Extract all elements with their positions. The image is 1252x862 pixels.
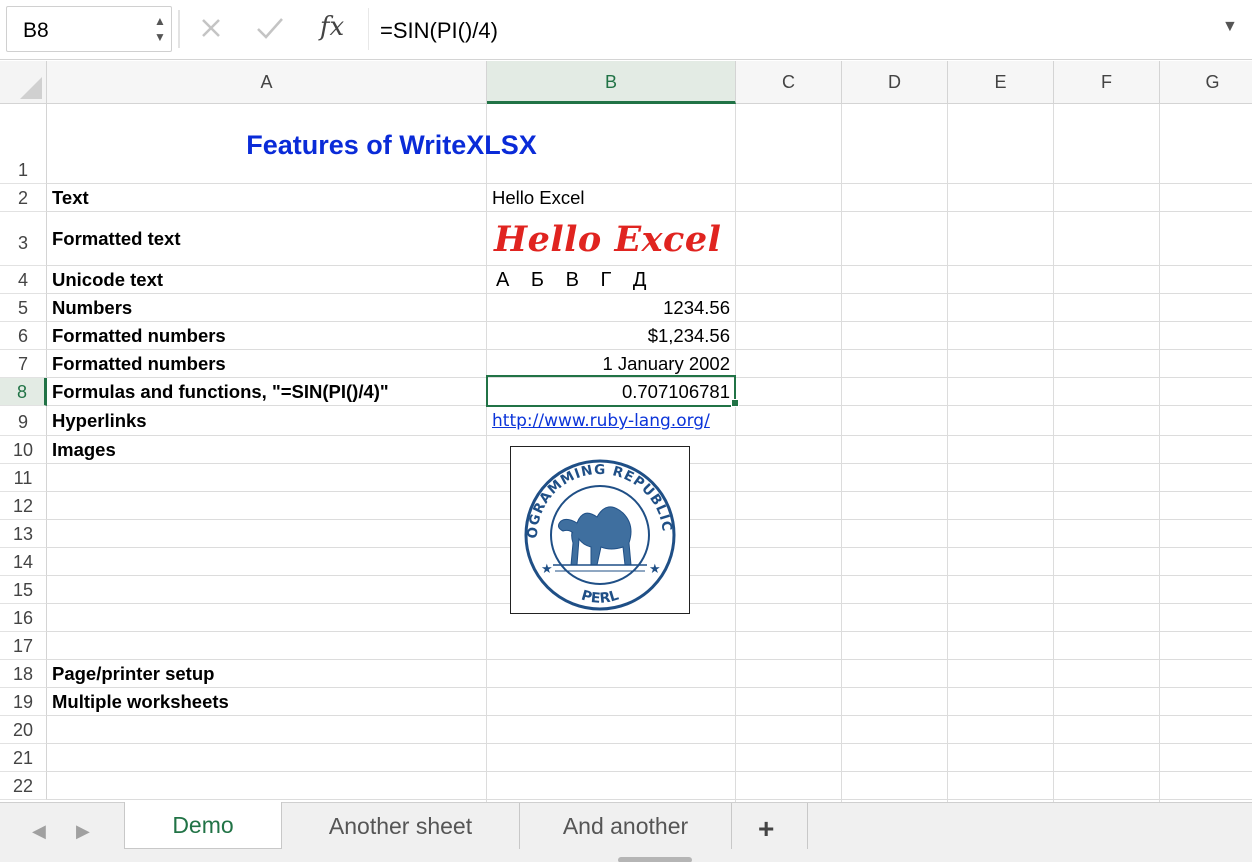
cell-b6[interactable]: $1,234.56	[487, 322, 736, 350]
row-header-4[interactable]: 4	[0, 266, 47, 294]
cell-a6[interactable]: Formatted numbers	[52, 322, 226, 350]
select-all-icon	[20, 77, 42, 99]
column-header-a[interactable]: A	[47, 61, 487, 104]
cell-a10[interactable]: Images	[52, 436, 116, 464]
select-all-corner[interactable]	[0, 61, 47, 104]
name-box[interactable]: B8 ▲ ▼	[6, 6, 172, 52]
row-header-3[interactable]: 3	[0, 212, 47, 266]
embedded-image[interactable]: PROGRAMMING REPUBLIC OF PERL ★ ★	[505, 435, 690, 614]
cell-a18[interactable]: Page/printer setup	[52, 660, 214, 688]
cell-b3[interactable]: Hello Excel	[494, 212, 721, 266]
column-header-g[interactable]: G	[1160, 61, 1252, 104]
column-header-c[interactable]: C	[736, 61, 842, 104]
cell-a3[interactable]: Formatted text	[52, 225, 181, 253]
name-box-value: B8	[23, 19, 49, 42]
row-header-10[interactable]: 10	[0, 436, 47, 464]
fill-handle[interactable]	[731, 399, 739, 407]
row-header-12[interactable]: 12	[0, 492, 47, 520]
cell-a7[interactable]: Formatted numbers	[52, 350, 226, 378]
horizontal-scrollbar[interactable]	[618, 857, 692, 862]
cell-a5[interactable]: Numbers	[52, 294, 132, 322]
tab-and-another[interactable]: And another	[520, 803, 732, 849]
cell-a1-title[interactable]: Features of WriteXLSX	[48, 105, 735, 183]
row-header-16[interactable]: 16	[0, 604, 47, 632]
cell-a19[interactable]: Multiple worksheets	[52, 688, 229, 716]
check-icon[interactable]	[254, 14, 284, 46]
row-header-2[interactable]: 2	[0, 184, 47, 212]
formula-input[interactable]: =SIN(PI()/4)	[368, 8, 1194, 50]
formula-text: =SIN(PI()/4)	[380, 18, 498, 43]
svg-text:★: ★	[649, 561, 661, 576]
row-header-11[interactable]: 11	[0, 464, 47, 492]
row-header-1[interactable]: 1	[0, 104, 47, 184]
row-header-13[interactable]: 13	[0, 520, 47, 548]
insert-function-icon[interactable]: fx	[314, 12, 350, 44]
cancel-icon[interactable]	[196, 14, 226, 46]
name-box-stepper-icon[interactable]: ▲ ▼	[153, 13, 167, 47]
row-header-9[interactable]: 9	[0, 406, 47, 436]
formula-bar-separator	[178, 10, 180, 48]
chevron-down-icon[interactable]: ▼	[1222, 18, 1238, 36]
row-header-6[interactable]: 6	[0, 322, 47, 350]
row-header-7[interactable]: 7	[0, 350, 47, 378]
tab-another-sheet[interactable]: Another sheet	[282, 803, 520, 849]
hyperlink-b9[interactable]: http://www.ruby-lang.org/	[492, 406, 710, 436]
cell-b2[interactable]: Hello Excel	[492, 184, 585, 212]
row-header-18[interactable]: 18	[0, 660, 47, 688]
chevron-left-icon[interactable]: ◀	[32, 821, 46, 842]
row-header-15[interactable]: 15	[0, 576, 47, 604]
spreadsheet-grid[interactable]: A B C D E F G 1 2 3 4 5 6 7 8 9 10 11 12…	[0, 61, 1252, 802]
row-header-5[interactable]: 5	[0, 294, 47, 322]
cell-a9[interactable]: Hyperlinks	[52, 406, 147, 436]
cell-a8[interactable]: Formulas and functions, "=SIN(PI()/4)"	[52, 378, 389, 406]
row-header-20[interactable]: 20	[0, 716, 47, 744]
svg-text:★: ★	[541, 561, 553, 576]
formula-bar: B8 ▲ ▼ fx =SIN(PI()/4) ▼	[0, 0, 1252, 60]
svg-text:PERL: PERL	[579, 588, 620, 607]
cell-b7[interactable]: 1 January 2002	[487, 350, 736, 378]
row-header-8[interactable]: 8	[0, 378, 47, 406]
row-header-22[interactable]: 22	[0, 772, 47, 800]
row-header-21[interactable]: 21	[0, 744, 47, 772]
column-header-e[interactable]: E	[948, 61, 1054, 104]
cell-a4[interactable]: Unicode text	[52, 266, 163, 294]
column-header-f[interactable]: F	[1054, 61, 1160, 104]
cell-b4[interactable]: А Б В Г Д	[496, 266, 654, 294]
row-header-19[interactable]: 19	[0, 688, 47, 716]
chevron-right-icon[interactable]: ▶	[76, 821, 90, 842]
perl-seal-icon: PROGRAMMING REPUBLIC OF PERL ★ ★	[505, 435, 676, 611]
row-header-14[interactable]: 14	[0, 548, 47, 576]
cell-a2[interactable]: Text	[52, 184, 89, 212]
cell-b5[interactable]: 1234.56	[487, 294, 736, 322]
tab-demo[interactable]: Demo	[124, 802, 282, 849]
add-sheet-cell	[732, 803, 808, 849]
column-header-d[interactable]: D	[842, 61, 948, 104]
column-header-b[interactable]: B	[487, 61, 736, 104]
active-cell-border	[486, 375, 736, 407]
sheet-tabs-bar: ◀ ▶ Demo Another sheet And another +	[0, 802, 1252, 862]
row-header-17[interactable]: 17	[0, 632, 47, 660]
